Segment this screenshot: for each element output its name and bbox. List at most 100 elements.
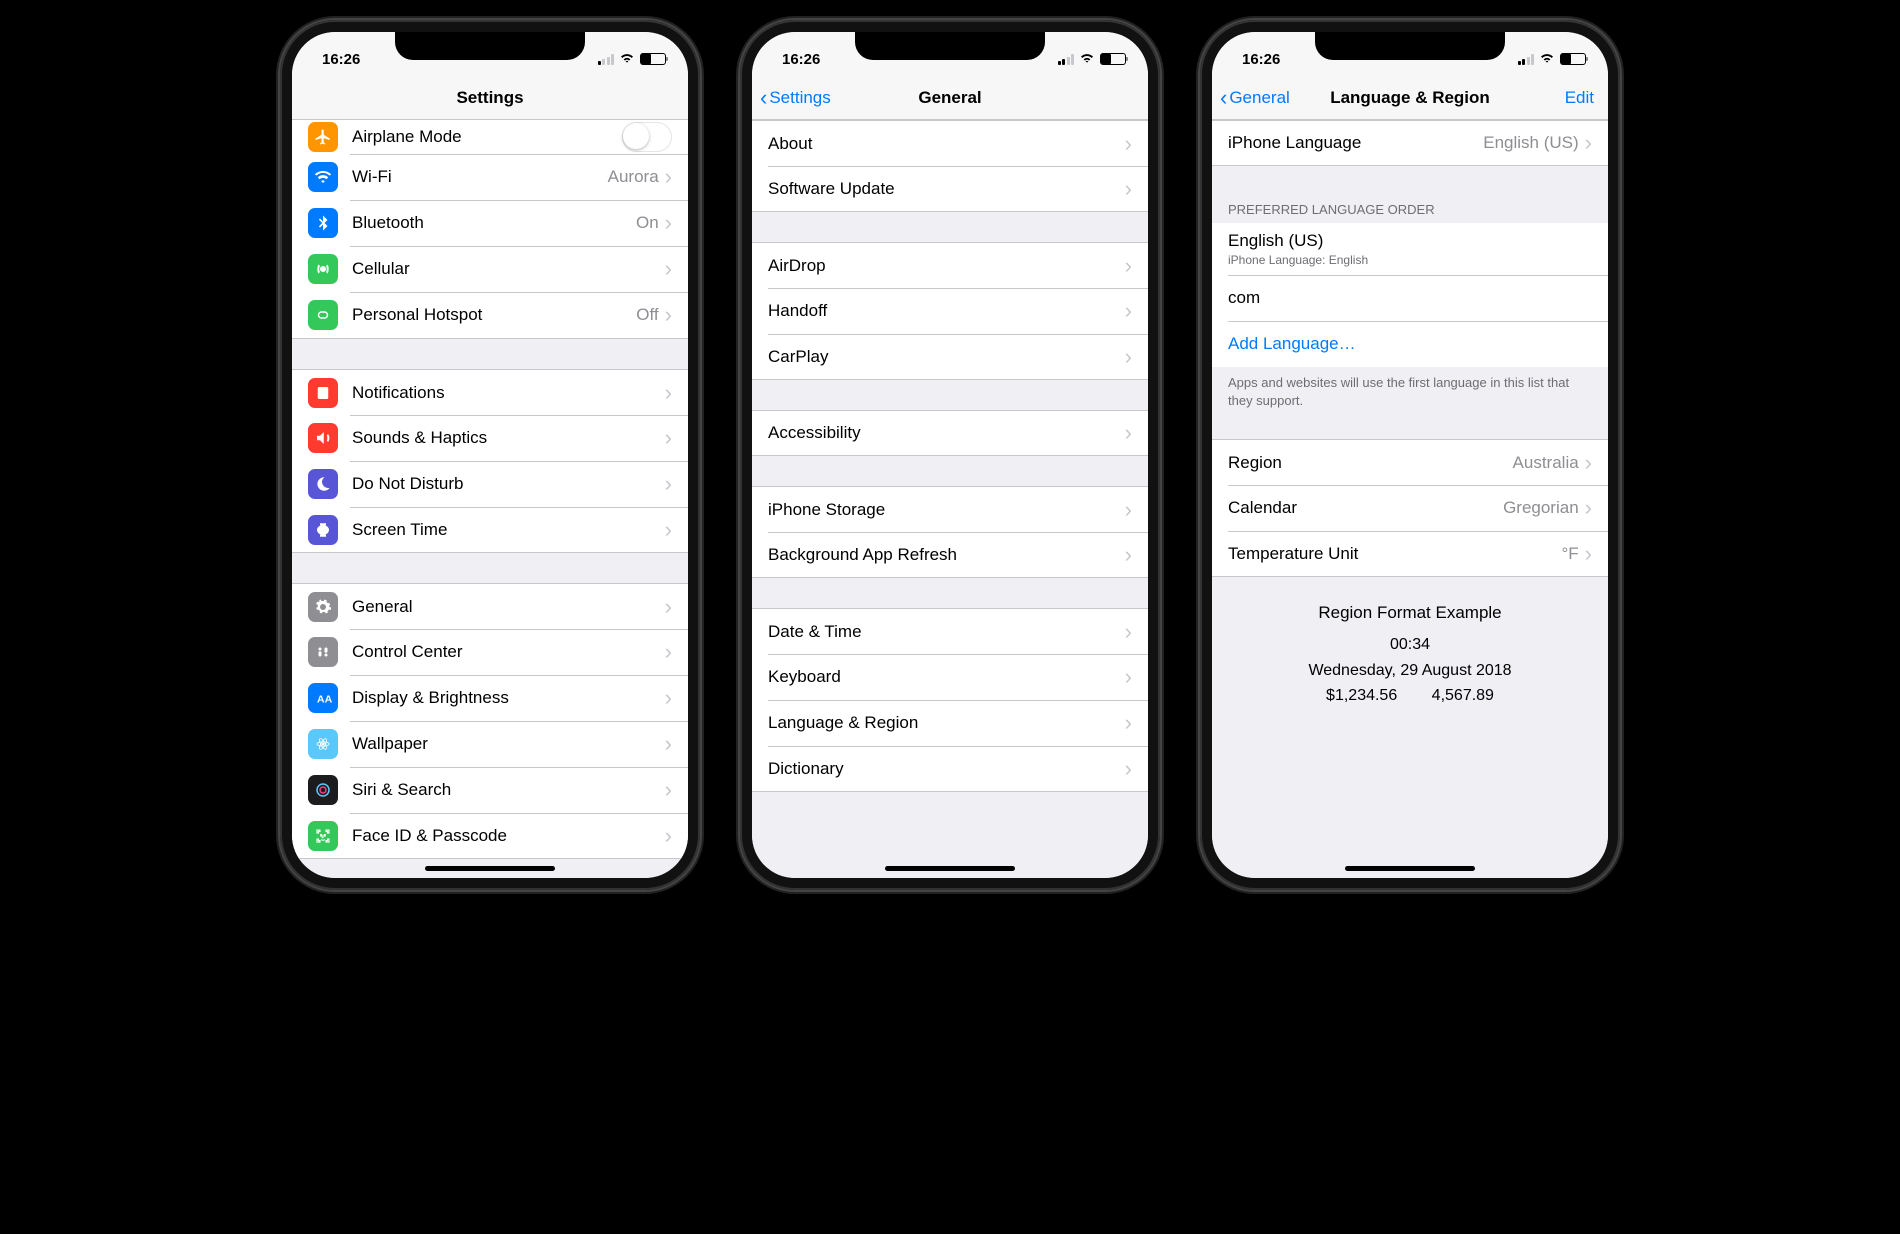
wifi-row[interactable]: Wi-Fi Aurora › xyxy=(292,154,688,200)
gear-icon xyxy=(308,592,338,622)
about-row[interactable]: About › xyxy=(752,120,1148,166)
airplane-toggle[interactable] xyxy=(622,122,672,152)
control-center-label: Control Center xyxy=(352,642,665,662)
wallpaper-row[interactable]: Wallpaper › xyxy=(292,721,688,767)
date-time-label: Date & Time xyxy=(768,622,1125,642)
temperature-label: Temperature Unit xyxy=(1228,544,1561,564)
example-numbers: $1,234.56 4,567.89 xyxy=(1222,683,1598,709)
siri-row[interactable]: Siri & Search › xyxy=(292,767,688,813)
screentime-row[interactable]: Screen Time › xyxy=(292,507,688,553)
faceid-label: Face ID & Passcode xyxy=(352,826,665,846)
notifications-row[interactable]: Notifications › xyxy=(292,369,688,415)
home-indicator[interactable] xyxy=(425,866,555,871)
language-region-row[interactable]: Language & Region › xyxy=(752,700,1148,746)
region-row[interactable]: Region Australia › xyxy=(1212,439,1608,485)
iphone-language-detail: English (US) xyxy=(1483,133,1578,153)
general-label: General xyxy=(352,597,665,617)
phone-general: 16:26 ‹ Settings General About › Softwa xyxy=(740,20,1160,890)
airplane-mode-row[interactable]: Airplane Mode xyxy=(292,120,688,154)
keyboard-row[interactable]: Keyboard › xyxy=(752,654,1148,700)
home-indicator[interactable] xyxy=(885,866,1015,871)
chevron-icon: › xyxy=(665,596,672,618)
signal-icon xyxy=(598,54,615,65)
navbar: Settings xyxy=(292,76,688,120)
chevron-icon: › xyxy=(1125,712,1132,734)
airdrop-label: AirDrop xyxy=(768,256,1125,276)
iphone-language-row[interactable]: iPhone Language English (US) › xyxy=(1212,120,1608,166)
chevron-left-icon: ‹ xyxy=(1220,87,1227,109)
edit-label: Edit xyxy=(1565,88,1594,108)
chevron-icon: › xyxy=(665,258,672,280)
add-language-row[interactable]: Add Language… xyxy=(1212,321,1608,367)
dnd-row[interactable]: Do Not Disturb › xyxy=(292,461,688,507)
cellular-row[interactable]: Cellular › xyxy=(292,246,688,292)
bg-refresh-row[interactable]: Background App Refresh › xyxy=(752,532,1148,578)
airplane-label: Airplane Mode xyxy=(352,127,622,147)
signal-icon xyxy=(1058,54,1075,65)
chevron-left-icon: ‹ xyxy=(760,87,767,109)
control-center-icon xyxy=(308,637,338,667)
faceid-icon xyxy=(308,821,338,851)
calendar-label: Calendar xyxy=(1228,498,1503,518)
carplay-row[interactable]: CarPlay › xyxy=(752,334,1148,380)
faceid-row[interactable]: Face ID & Passcode › xyxy=(292,813,688,859)
general-row[interactable]: General › xyxy=(292,583,688,629)
edit-button[interactable]: Edit xyxy=(1565,76,1594,119)
iphone-storage-row[interactable]: iPhone Storage › xyxy=(752,486,1148,532)
chevron-icon: › xyxy=(665,519,672,541)
calendar-row[interactable]: Calendar Gregorian › xyxy=(1212,485,1608,531)
handoff-label: Handoff xyxy=(768,301,1125,321)
pref-lang-1-label: English (US) xyxy=(1228,231,1368,251)
page-title: Settings xyxy=(456,88,523,108)
settings-list[interactable]: Airplane Mode Wi-Fi Aurora › Bluetooth O… xyxy=(292,120,688,878)
display-row[interactable]: AA Display & Brightness › xyxy=(292,675,688,721)
add-language-label: Add Language… xyxy=(1228,334,1592,354)
wifi-icon xyxy=(619,51,635,68)
pref-lang-2-label: com xyxy=(1228,288,1592,308)
back-button[interactable]: ‹ General xyxy=(1220,76,1290,119)
wifi-icon xyxy=(1539,51,1555,68)
status-time: 16:26 xyxy=(782,51,820,68)
pref-lang-1-row[interactable]: English (US) iPhone Language: English xyxy=(1212,223,1608,275)
hotspot-row[interactable]: Personal Hotspot Off › xyxy=(292,292,688,338)
sounds-label: Sounds & Haptics xyxy=(352,428,665,448)
general-list[interactable]: About › Software Update › AirDrop › Hand… xyxy=(752,120,1148,878)
wallpaper-icon xyxy=(308,729,338,759)
software-update-row[interactable]: Software Update › xyxy=(752,166,1148,212)
pref-lang-2-row[interactable]: com xyxy=(1212,275,1608,321)
airdrop-row[interactable]: AirDrop › xyxy=(752,242,1148,288)
chevron-icon: › xyxy=(1125,255,1132,277)
chevron-icon: › xyxy=(1125,666,1132,688)
chevron-icon: › xyxy=(665,733,672,755)
notch xyxy=(1315,32,1505,60)
screentime-icon xyxy=(308,515,338,545)
sounds-row[interactable]: Sounds & Haptics › xyxy=(292,415,688,461)
language-region-list[interactable]: iPhone Language English (US) › PREFERRED… xyxy=(1212,120,1608,878)
notch xyxy=(855,32,1045,60)
back-button[interactable]: ‹ Settings xyxy=(760,76,831,119)
home-indicator[interactable] xyxy=(1345,866,1475,871)
temperature-row[interactable]: Temperature Unit °F › xyxy=(1212,531,1608,577)
date-time-row[interactable]: Date & Time › xyxy=(752,608,1148,654)
chevron-icon: › xyxy=(665,166,672,188)
bluetooth-row[interactable]: Bluetooth On › xyxy=(292,200,688,246)
chevron-icon: › xyxy=(665,779,672,801)
iphone-storage-label: iPhone Storage xyxy=(768,500,1125,520)
preferred-header: PREFERRED LANGUAGE ORDER xyxy=(1212,196,1608,223)
wifi-label: Wi-Fi xyxy=(352,167,608,187)
control-center-row[interactable]: Control Center › xyxy=(292,629,688,675)
bluetooth-label: Bluetooth xyxy=(352,213,636,233)
airplane-icon xyxy=(308,122,338,152)
wifi-icon xyxy=(1079,51,1095,68)
handoff-row[interactable]: Handoff › xyxy=(752,288,1148,334)
siri-icon xyxy=(308,775,338,805)
chevron-icon: › xyxy=(1125,621,1132,643)
keyboard-label: Keyboard xyxy=(768,667,1125,687)
page-title: Language & Region xyxy=(1330,88,1490,108)
phone-settings: 16:26 Settings Airplane Mode Wi-Fi A xyxy=(280,20,700,890)
display-icon: AA xyxy=(308,683,338,713)
iphone-language-label: iPhone Language xyxy=(1228,133,1483,153)
dictionary-row[interactable]: Dictionary › xyxy=(752,746,1148,792)
accessibility-row[interactable]: Accessibility › xyxy=(752,410,1148,456)
svg-text:AA: AA xyxy=(317,694,332,706)
